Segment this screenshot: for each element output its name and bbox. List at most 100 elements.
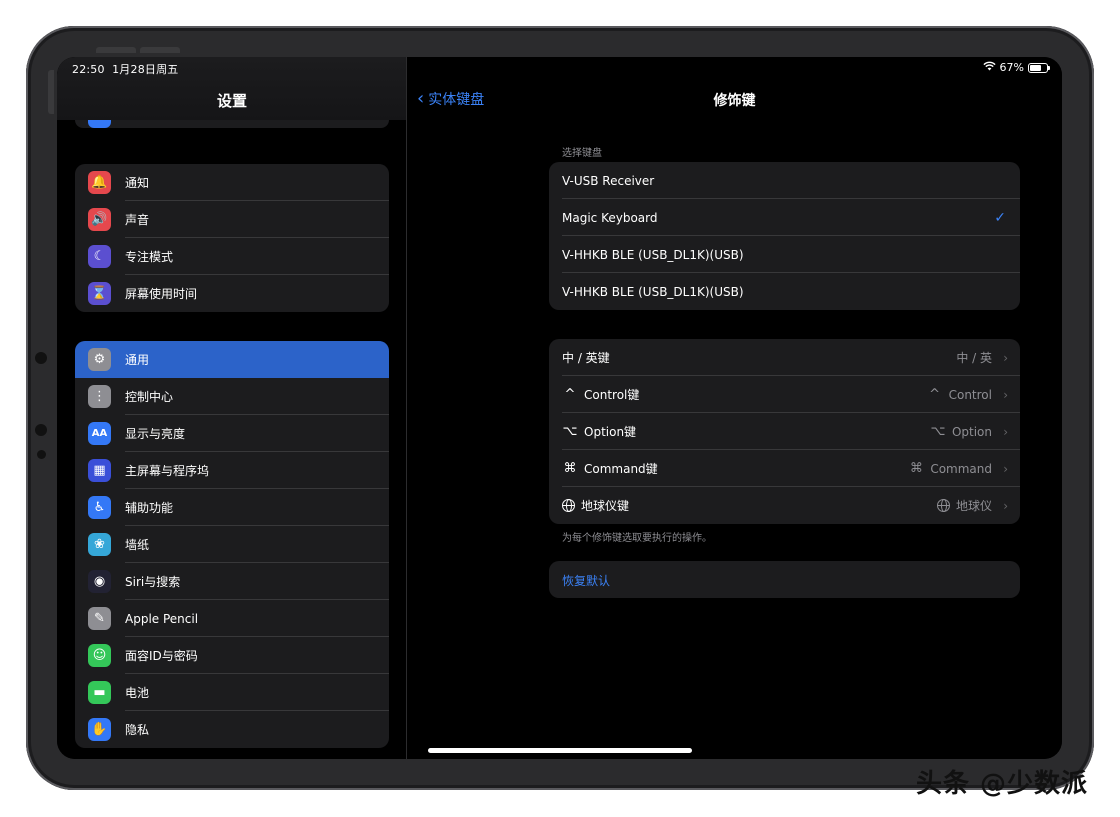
keyboard-option[interactable]: V-HHKB BLE (USB_DL1K)(USB) (549, 236, 1020, 273)
sidebar-item[interactable]: 🔊 声音 (75, 201, 389, 238)
modifier-key-row[interactable]: ^ Control键 ^ Control › (549, 376, 1020, 413)
modifier-key-label: ⌘ Command键 (562, 460, 658, 477)
gear-icon: ⚙ (88, 348, 111, 371)
command-symbol-icon: ⌘ (563, 461, 577, 476)
sidebar-item-label: 专注模式 (125, 250, 174, 264)
modifier-key-value-text: Option (951, 424, 992, 439)
side-dot (35, 424, 47, 436)
sidebar-item[interactable]: ♿ 辅助功能 (75, 489, 389, 526)
sidebar-item-label: 辅助功能 (125, 501, 174, 515)
sidebar-item-label: 隐私 (125, 723, 150, 737)
keyboard-option[interactable]: V-HHKB BLE (USB_DL1K)(USB) (549, 273, 1020, 310)
modifier-footnote: 为每个修饰键选取要执行的操作。 (562, 533, 712, 544)
screen: 22:50 1月28日周五 设置 🔔 通知 🔊 声音 ☾ 专注模式 ⌛ 屏幕使用时间 ⚙ 通用 ⋮… (57, 57, 1062, 759)
grid-icon: ▦ (88, 459, 111, 482)
modifier-key-row[interactable]: ⌥ Option键 ⌥ Option › (549, 413, 1020, 450)
sidebar-item-label: 面容ID与密码 (125, 649, 198, 663)
sidebar-item[interactable]: ✋ 隐私 (75, 711, 389, 748)
sidebar-item-label: 墙纸 (125, 538, 150, 552)
battery-percent: 67% (999, 61, 1024, 74)
sidebar-group-notifications: 🔔 通知 🔊 声音 ☾ 专注模式 ⌛ 屏幕使用时间 (75, 164, 389, 312)
modifier-key-value-text: 地球仪 (955, 499, 992, 513)
siri-icon: ◉ (88, 570, 111, 593)
sidebar-title: 设置 (216, 92, 247, 110)
sidebar-item[interactable]: ◉ Siri与搜索 (75, 563, 389, 600)
modifier-key-label: ^ Control键 (562, 386, 640, 403)
text-size-icon: AA (88, 422, 111, 445)
keyboard-option[interactable]: V-USB Receiver (549, 162, 1020, 199)
sidebar-item-label: 声音 (125, 213, 150, 227)
checkmark-icon: ✓ (994, 209, 1006, 226)
flower-icon: ❀ (88, 533, 111, 556)
wifi-icon (982, 61, 996, 74)
keyboard-option-label: Magic Keyboard (562, 210, 658, 225)
watermark: 头条 @少数派 (916, 769, 1089, 799)
sidebar-item-label: 通用 (125, 353, 150, 367)
modifier-key-name: Control键 (584, 388, 640, 402)
sidebar-item[interactable]: ✎ Apple Pencil (75, 600, 389, 637)
sidebar-item[interactable]: ⚙ 通用 (75, 341, 389, 378)
sidebar-group-general: ⚙ 通用 ⋮ 控制中心 AA 显示与亮度 ▦ 主屏幕与程序坞 ♿ 辅助功能 ❀ 墙纸 ◉ Siri与搜索 ✎… (75, 341, 389, 748)
modifier-key-name: 中 / 英键 (562, 351, 610, 365)
modifier-keys-pane: 67% ‹ 实体键盘 修饰键 选择键盘 V-USB Receiver Magic … (407, 57, 1062, 759)
modifier-key-value: 中 / 英 (956, 349, 992, 366)
sidebar-item[interactable]: ☺ 面容ID与密码 (75, 637, 389, 674)
side-dot (35, 352, 47, 364)
top-side-button (48, 70, 54, 114)
status-right: 67% (982, 61, 1050, 74)
sidebar-item[interactable]: ⌛ 屏幕使用时间 (75, 275, 389, 312)
modifier-key-row[interactable]: 中 / 英键 中 / 英 › (549, 339, 1020, 376)
modifier-key-label: 地球仪键 (562, 497, 629, 514)
sidebar-item[interactable]: ❀ 墙纸 (75, 526, 389, 563)
sidebar-item[interactable]: ⋮ 控制中心 (75, 378, 389, 415)
keyboard-list: V-USB Receiver Magic Keyboard ✓ V-HHKB BLE … (549, 162, 1020, 310)
chevron-right-icon: › (1003, 498, 1008, 513)
battery-icon: ▬ (88, 681, 111, 704)
status-time-date: 22:50 1月28日周五 (72, 61, 179, 77)
faceid-icon: ☺ (88, 644, 111, 667)
hourglass-icon: ⌛ (88, 282, 111, 305)
sidebar-item[interactable]: ▬ 电池 (75, 674, 389, 711)
modifier-key-row[interactable]: 地球仪键 地球仪 › (549, 487, 1020, 524)
sidebar-item[interactable]: 🔔 通知 (75, 164, 389, 201)
accessibility-icon: ♿ (88, 496, 111, 519)
pencil-icon: ✎ (88, 607, 111, 630)
keyboard-option-label: V-HHKB BLE (USB_DL1K)(USB) (562, 247, 744, 262)
sidebar-item-label: Siri与搜索 (125, 575, 181, 589)
bell-icon: 🔔 (88, 171, 111, 194)
modifier-key-row[interactable]: ⌘ Command键 ⌘ Command › (549, 450, 1020, 487)
sidebar-item[interactable]: ▦ 主屏幕与程序坞 (75, 452, 389, 489)
modifier-key-label: ⌥ Option键 (562, 423, 637, 440)
partial-icon (88, 120, 111, 128)
globe-icon (936, 499, 950, 512)
sidebar-item[interactable]: AA 显示与亮度 (75, 415, 389, 452)
modifier-key-name: Option键 (584, 425, 637, 439)
volume-up-button (96, 47, 136, 53)
modifier-key-value: 地球仪 (936, 497, 992, 514)
modifier-key-value-text: Command (930, 461, 992, 476)
page-title: 修饰键 (713, 93, 756, 109)
control-symbol-icon: ^ (929, 387, 941, 402)
restore-defaults-button[interactable]: 恢复默认 (549, 561, 1020, 598)
battery-icon (1028, 62, 1050, 73)
sidebar-item[interactable]: ☾ 专注模式 (75, 238, 389, 275)
option-symbol-icon: ⌥ (930, 424, 946, 439)
command-symbol-icon: ⌘ (909, 461, 923, 476)
chevron-right-icon: › (1003, 387, 1008, 402)
scrolled-row-peek[interactable] (75, 120, 389, 128)
home-indicator[interactable] (428, 748, 692, 753)
keyboard-option[interactable]: Magic Keyboard ✓ (549, 199, 1020, 236)
modifier-list: 中 / 英键 中 / 英 › ^ Control键 ^ Control › ⌥ Option键 ⌥ O… (549, 339, 1020, 524)
globe-icon (562, 499, 575, 512)
keyboard-option-label: V-USB Receiver (562, 173, 655, 188)
toggles-icon: ⋮ (88, 385, 111, 408)
chevron-right-icon: › (1003, 350, 1008, 365)
restore-defaults-label: 恢复默认 (562, 574, 611, 588)
volume-down-button (140, 47, 180, 53)
moon-icon: ☾ (88, 245, 111, 268)
speaker-icon: 🔊 (88, 208, 111, 231)
sidebar-item-label: 通知 (125, 176, 150, 190)
status-date: 1月28日周五 (112, 63, 179, 76)
side-dot (37, 450, 46, 459)
modifier-key-value-text: Control (948, 387, 992, 402)
